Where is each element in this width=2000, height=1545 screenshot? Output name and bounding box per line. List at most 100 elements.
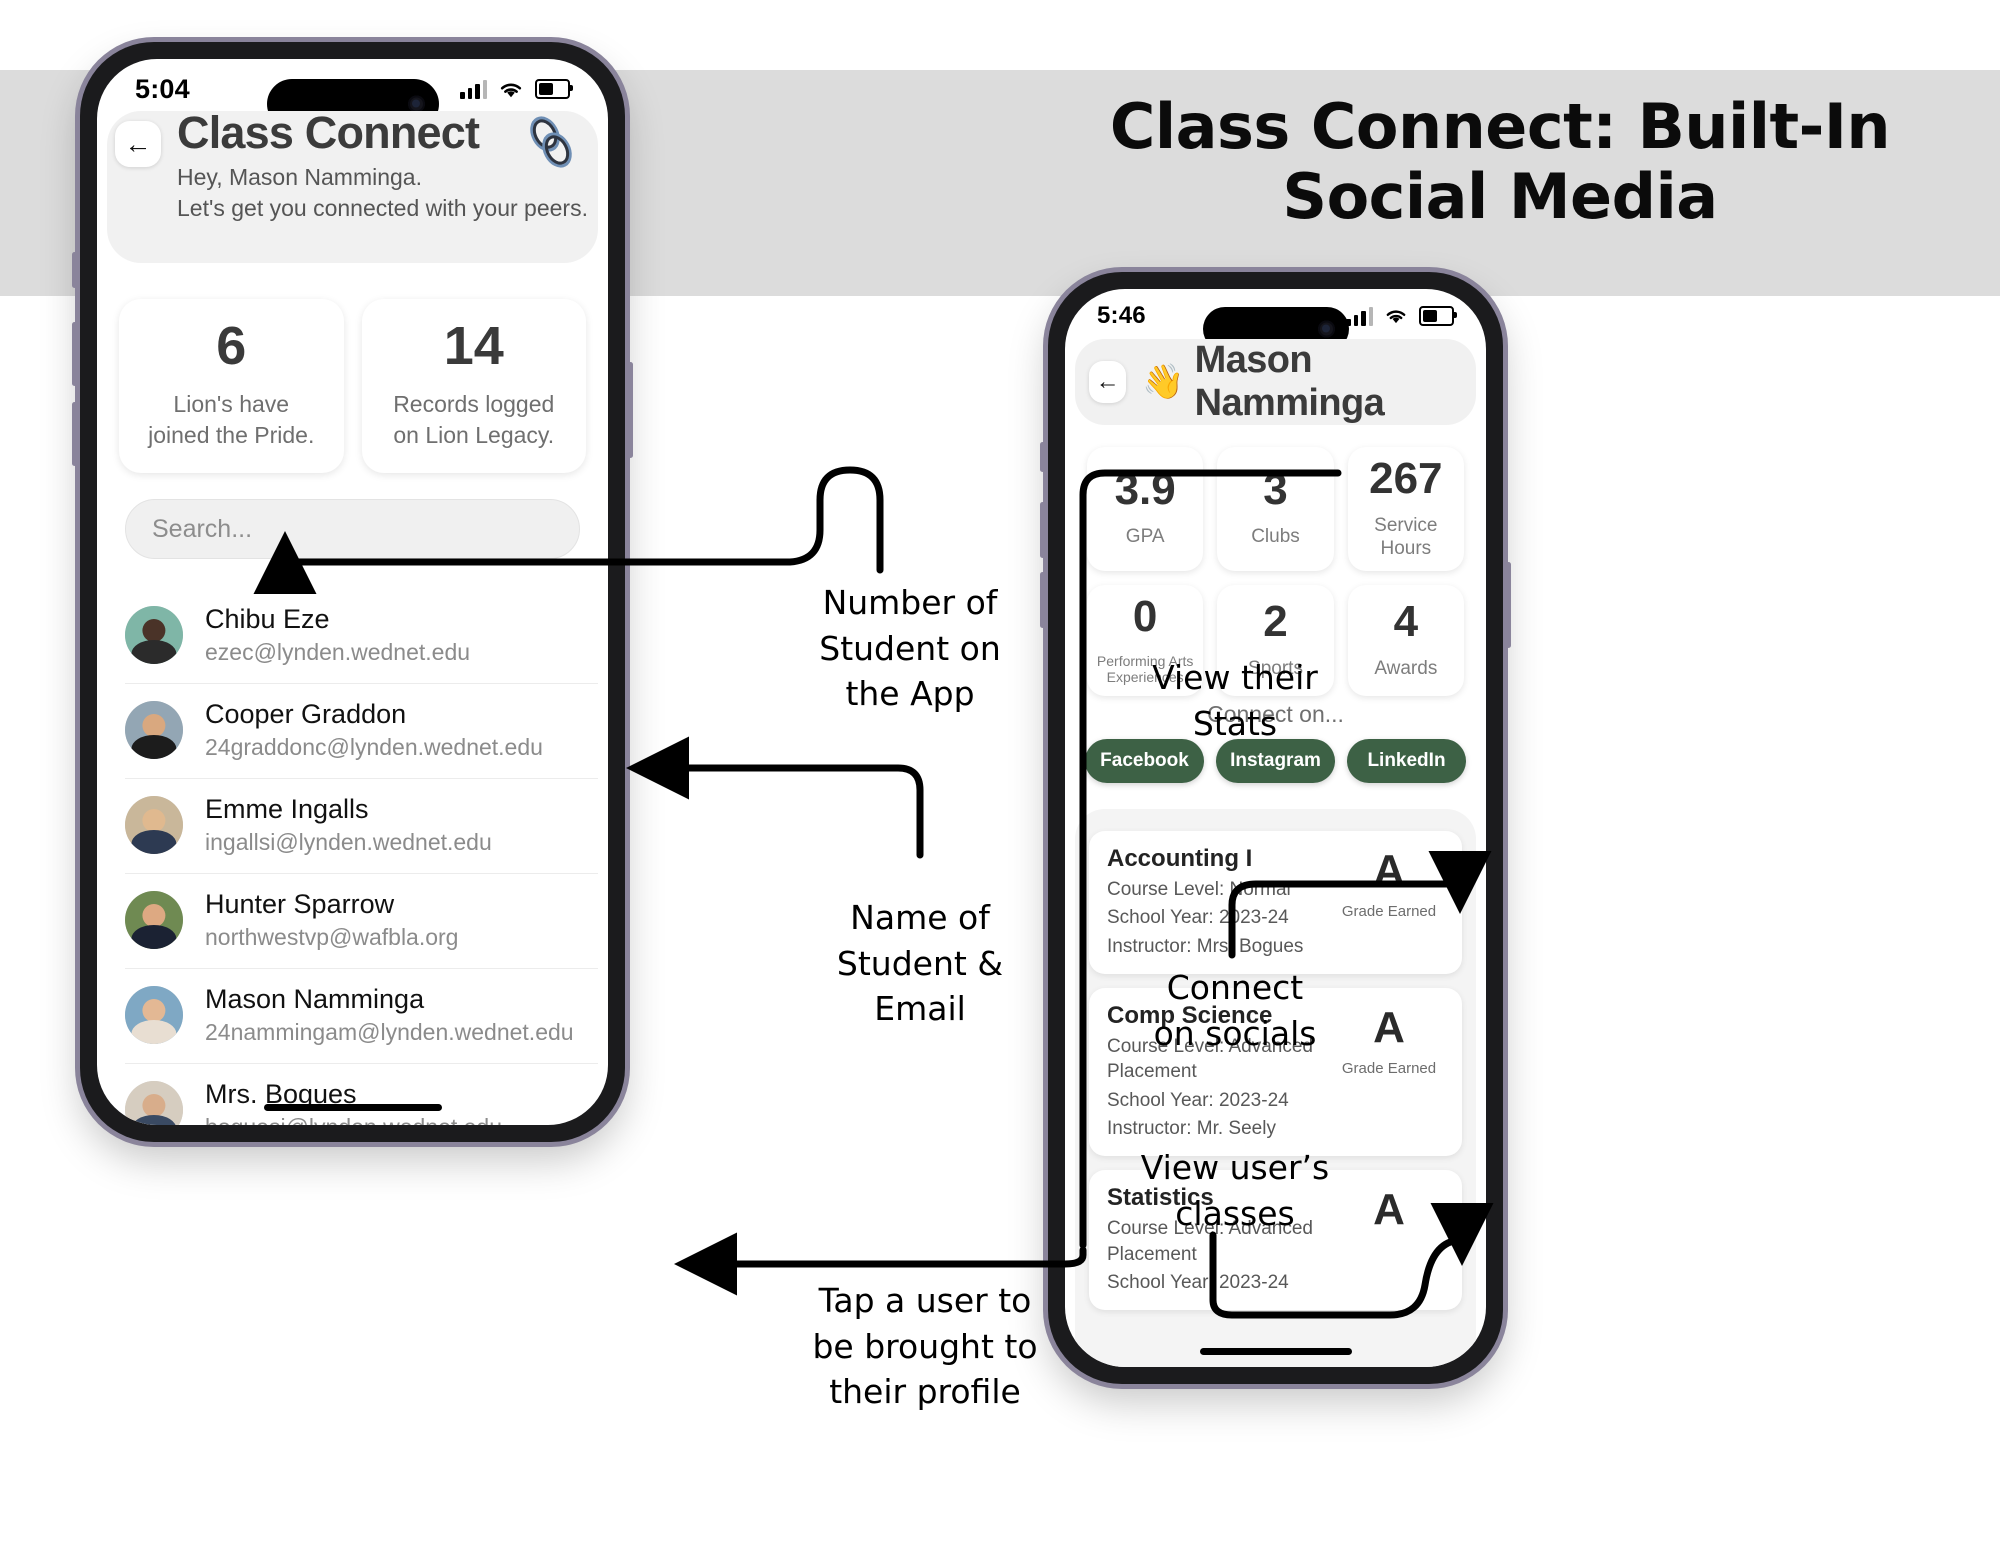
stat-card-clubs: 3 Clubs [1217, 447, 1334, 571]
arrow-tap-user-horizontal [674, 1232, 1087, 1296]
app-title: Class Connect [177, 107, 480, 158]
stat-label: Records logged on Lion Legacy. [372, 389, 577, 451]
mute-switch[interactable] [72, 252, 77, 288]
grade-earned-label: Grade Earned [1341, 1059, 1437, 1077]
chain-link-icon[interactable] [520, 112, 582, 174]
avatar [125, 605, 183, 664]
student-email: 24nammingam@lynden.wednet.edu [205, 1019, 574, 1046]
battery-icon [1419, 306, 1457, 326]
stat-number: 6 [216, 316, 247, 376]
volume-down-button[interactable] [1040, 572, 1045, 628]
annotation-number-of-students: Number of Student on the App [795, 580, 1025, 717]
stat-number: 267 [1369, 454, 1443, 503]
list-item[interactable]: Cooper Graddon 24graddonc@lynden.wednet.… [125, 684, 598, 779]
annotation-line-2: Stats [1192, 703, 1278, 743]
annotation-line-2: Student on [819, 628, 1001, 668]
annotation-line-3: the App [845, 674, 975, 714]
volume-up-button[interactable] [72, 322, 77, 386]
class-level: Course Level: Normal [1107, 878, 1291, 900]
annotation-line-1: View user’s [1140, 1148, 1330, 1187]
front-camera-icon [1317, 320, 1335, 338]
student-name: Cooper Graddon [205, 698, 407, 729]
back-button[interactable]: ← [115, 121, 161, 167]
class-grade: A [1373, 846, 1405, 895]
greeting-line-2: Let's get you connected with your peers. [177, 194, 588, 221]
stat-card-students: 6 Lion's have joined the Pride. [119, 299, 344, 473]
class-school-year: School Year: 2023-24 [1107, 907, 1289, 929]
annotation-line-1: View their [1152, 658, 1318, 697]
wifi-icon [1386, 310, 1406, 324]
annotation-line-2: be brought to [812, 1326, 1038, 1366]
cellular-bars-icon [460, 79, 487, 99]
class-instructor: Instructor: Mr. Seely [1107, 1118, 1276, 1140]
stat-number: 14 [443, 316, 504, 376]
stat-card-awards: 4 Awards [1347, 584, 1464, 697]
search-input[interactable]: Search... [125, 499, 580, 559]
student-name: Emme Ingalls [205, 793, 369, 824]
stat-label: Awards [1374, 657, 1438, 679]
stat-label-line-1: Lion's have [173, 391, 290, 417]
linkedin-button[interactable]: LinkedIn [1347, 739, 1466, 783]
annotation-view-stats: View their Stats [1110, 655, 1360, 746]
annotation-line-1: Number of [822, 583, 998, 622]
stat-number: 3.9 [1114, 465, 1176, 515]
student-email: ezec@lynden.wednet.edu [205, 639, 471, 666]
power-button[interactable] [628, 362, 633, 458]
list-item[interactable]: Mason Namminga 24nammingam@lynden.wednet… [125, 969, 598, 1064]
mute-switch[interactable] [1040, 442, 1045, 472]
left-stat-row: 6 Lion's have joined the Pride. 14 Recor… [119, 299, 586, 473]
list-item[interactable]: Hunter Sparrow northwestvp@wafbla.org [125, 874, 598, 969]
avatar [125, 700, 183, 759]
student-email: boguesj@lynden.wednet.edu [205, 1114, 502, 1125]
avatar [125, 890, 183, 949]
stat-card-gpa: 3.9 GPA [1087, 447, 1204, 571]
student-name: Mason Namminga [205, 983, 425, 1014]
avatar [125, 985, 183, 1044]
class-title: Accounting I [1107, 845, 1253, 872]
home-indicator[interactable] [263, 1104, 442, 1111]
student-name: Chibu Eze [205, 604, 330, 634]
volume-down-button[interactable] [72, 402, 77, 466]
status-time: 5:04 [135, 73, 190, 104]
class-instructor: Instructor: Mrs. Bogues [1107, 936, 1304, 958]
page-title-line-2: Social Media [1282, 160, 1718, 234]
stat-label: Service Hours [1374, 515, 1438, 559]
wifi-icon [500, 83, 522, 97]
stat-label: GPA [1125, 526, 1165, 548]
back-button[interactable]: ← [1089, 361, 1127, 403]
class-card[interactable]: Accounting I Course Level: Normal School… [1089, 831, 1462, 974]
stat-label: Lion's have joined the Pride. [129, 389, 334, 451]
list-item[interactable]: Mrs. Bogues boguesj@lynden.wednet.edu [125, 1064, 598, 1125]
annotation-name-email: Name of Student & Email [805, 895, 1035, 1032]
stat-number: 2 [1263, 596, 1288, 646]
stat-label-line-2: joined the Pride. [148, 421, 315, 448]
stat-number: 4 [1393, 596, 1419, 646]
stat-card-records: 14 Records logged on Lion Legacy. [361, 299, 586, 473]
battery-icon [535, 79, 573, 99]
student-email: ingallsi@lynden.wednet.edu [205, 829, 492, 856]
arrow-name-email [626, 736, 924, 859]
student-email: northwestvp@wafbla.org [205, 924, 459, 951]
left-phone-mockup: 5:04 ← Class Connect Hey, Mason Namminga… [72, 42, 633, 1142]
status-time: 5:46 [1097, 302, 1146, 329]
annotation-line-2: classes [1175, 1193, 1295, 1233]
student-email: 24graddonc@lynden.wednet.edu [205, 734, 543, 761]
stat-label-line-2: on Lion Legacy. [393, 421, 555, 448]
profile-header: ← 👋 Mason Namminga [1075, 339, 1476, 425]
grade-earned-label: Grade Earned [1341, 903, 1437, 920]
cellular-bars-icon [1346, 306, 1373, 326]
classes-list[interactable]: Accounting I Course Level: Normal School… [1075, 809, 1476, 1367]
annotation-connect-socials: Connect on socials [1110, 965, 1360, 1056]
power-button[interactable] [1506, 562, 1511, 648]
volume-up-button[interactable] [1040, 502, 1045, 558]
annotation-line-2: on socials [1153, 1013, 1317, 1053]
home-indicator[interactable] [1199, 1348, 1352, 1355]
annotation-line-3: Email [874, 989, 966, 1029]
student-list: Chibu Eze ezec@lynden.wednet.edu Cooper … [125, 589, 598, 1125]
annotation-tap-user: Tap a user to be brought to their profil… [790, 1278, 1060, 1415]
page-title-line-1: Class Connect: Built-In [1109, 90, 1891, 163]
list-item[interactable]: Emme Ingalls ingallsi@lynden.wednet.edu [125, 779, 598, 874]
class-school-year: School Year: 2023-24 [1107, 1089, 1289, 1111]
list-item[interactable]: Chibu Eze ezec@lynden.wednet.edu [125, 589, 598, 684]
annotation-line-1: Tap a user to [818, 1281, 1032, 1320]
